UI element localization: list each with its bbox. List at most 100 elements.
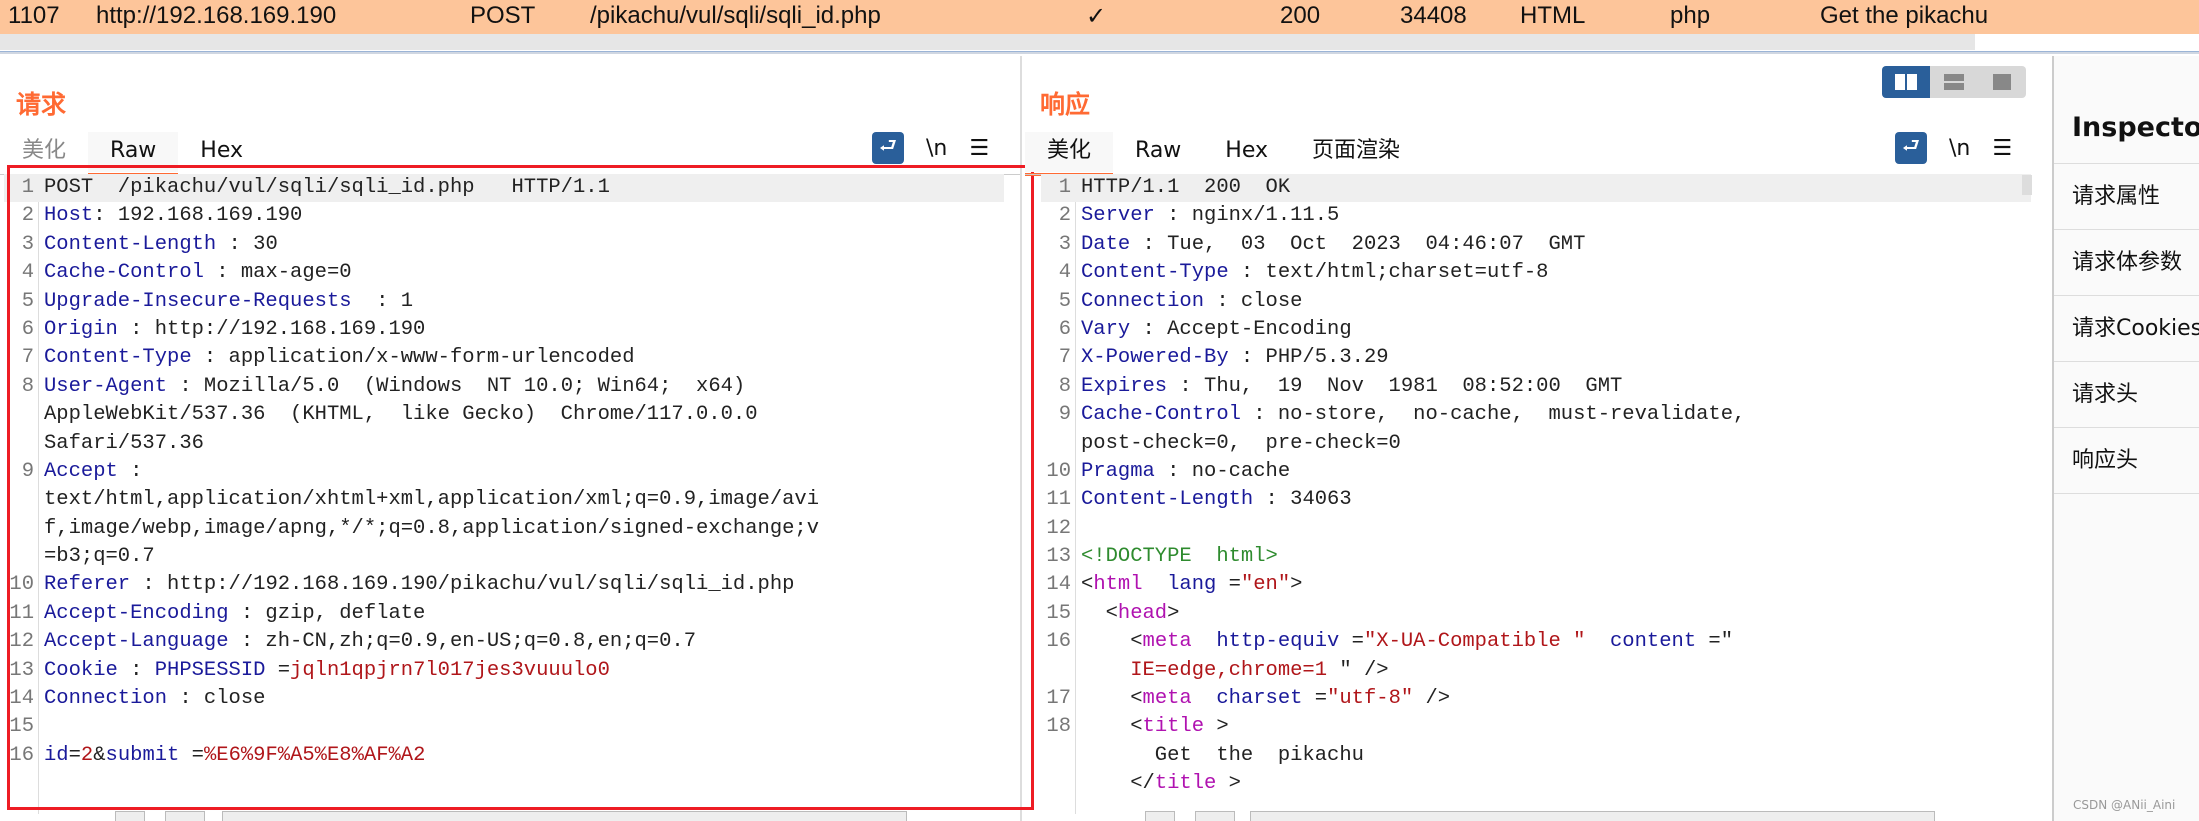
code-line: 2 Server : nginx/1.11.5 <box>1041 202 2031 230</box>
code-line: 9 Accept : <box>4 458 1004 486</box>
code-token: < <box>1081 573 1094 597</box>
tab-hex[interactable]: Hex <box>178 132 265 172</box>
line-text: HTTP/1.1 200 OK <box>1075 174 1290 202</box>
code-token: =b3;q=0.7 <box>44 545 155 569</box>
code-token: charset <box>1191 687 1303 711</box>
code-line: 10 Referer : http://192.168.169.190/pikac… <box>4 571 1004 599</box>
request-tabs: 美化 Raw Hex <box>0 132 265 176</box>
vertical-scrollbar[interactable] <box>2022 175 2032 195</box>
show-newlines-button[interactable]: \n <box>926 136 947 161</box>
tab-pretty[interactable]: 美化 <box>1025 132 1114 176</box>
code-token: Expires <box>1081 374 1168 398</box>
code-token: Cache-Control <box>44 261 204 285</box>
code-line: text/html,application/xhtml+xml,applicat… <box>4 486 1004 514</box>
line-text: Accept-Encoding : gzip, deflate <box>38 600 425 628</box>
code-line: post-check=0, pre-check=0 <box>1041 430 2031 458</box>
code-token: = <box>265 658 291 682</box>
search-next-button[interactable] <box>165 811 205 821</box>
response-panel: 响应 美化 Raw Hex 页面渲染 ⮐ \n ☰ 1 HTTP/1.1 200 … <box>1025 56 2050 821</box>
code-token: "utf-8" <box>1327 687 1414 711</box>
code-token: title <box>1142 715 1205 739</box>
line-number: 2 <box>1058 204 1071 228</box>
hamburger-icon[interactable]: ☰ <box>1992 136 2012 161</box>
row-length: 34408 <box>1400 2 1467 29</box>
code-token: : close <box>167 687 266 711</box>
code-token: title <box>1154 772 1217 796</box>
row-host: http://192.168.169.190 <box>96 2 337 29</box>
code-token: = <box>1302 687 1328 711</box>
code-line: 11 Accept-Encoding : gzip, deflate <box>4 600 1004 628</box>
code-token: <!DOCTYPE html> <box>1081 545 1278 569</box>
inspector-request-headers[interactable]: 请求头 <box>2054 362 2199 428</box>
inspector-request-body-params[interactable]: 请求体参数 <box>2054 230 2199 296</box>
code-token: html <box>1093 573 1143 597</box>
code-token: =" <box>1696 630 1734 654</box>
stacked-view-icon[interactable] <box>1930 66 1978 98</box>
word-wrap-icon[interactable]: ⮐ <box>1895 132 1927 164</box>
show-newlines-button[interactable]: \n <box>1949 136 1970 161</box>
code-token: : close <box>1204 289 1303 313</box>
code-line: 4 Content-Type : text/html;charset=utf-8 <box>1041 259 2031 287</box>
code-line: 16 <meta http-equiv ="X-UA-Compatible " … <box>1041 628 2031 656</box>
word-wrap-icon[interactable]: ⮐ <box>872 132 904 164</box>
code-token: < <box>1081 630 1143 654</box>
single-view-icon[interactable] <box>1978 66 2026 98</box>
code-token: content <box>1585 630 1697 654</box>
tab-hex[interactable]: Hex <box>1203 132 1290 172</box>
inspector-request-attributes[interactable]: 请求属性 <box>2054 164 2199 230</box>
response-editor[interactable]: 1 HTTP/1.1 200 OK 2 Server : nginx/1.11.5 3 D… <box>1041 174 2031 799</box>
request-editor[interactable]: 1 POST /pikachu/vul/sqli/sqli_id.php HTTP… <box>4 174 1004 770</box>
code-token: > <box>1216 772 1241 796</box>
tab-raw[interactable]: Raw <box>88 132 179 176</box>
code-line: IE=edge,chrome=1 " /> <box>1041 657 2031 685</box>
inspector-title: Inspector <box>2054 56 2199 164</box>
tab-pretty[interactable]: 美化 <box>0 132 88 172</box>
code-line: 2 Host: 192.168.169.190 <box>4 202 1004 230</box>
line-number: 6 <box>1058 317 1071 341</box>
watermark: CSDN @ANii_Aini <box>2073 798 2176 812</box>
line-number: 4 <box>1058 261 1071 285</box>
code-line: 12 Accept-Language : zh-CN,zh;q=0.9,en-US… <box>4 628 1004 656</box>
row-mime: HTML <box>1520 2 1586 29</box>
code-token: HTTP/1.1 200 OK <box>1081 176 1291 199</box>
code-token: Get the pikachu <box>1081 743 1364 767</box>
code-line: 18 <title > <box>1041 713 2031 741</box>
code-token: : http://192.168.169.190/pikachu/vul/sql… <box>130 573 795 597</box>
side-by-side-view-icon[interactable] <box>1882 66 1930 98</box>
search-prev-button[interactable] <box>115 811 145 821</box>
line-text: Cookie : PHPSESSID =jqln1qpjrn7l017jes3v… <box>38 657 610 685</box>
code-token: PHPSESSID <box>154 658 266 682</box>
tab-raw[interactable]: Raw <box>1113 132 1203 172</box>
hamburger-icon[interactable]: ☰ <box>969 136 989 161</box>
line-text: <meta http-equiv ="X-UA-Compatible " con… <box>1075 628 1733 656</box>
inspector-request-cookies[interactable]: 请求Cookies <box>2054 296 2199 362</box>
code-token: > <box>1167 601 1180 625</box>
tab-render[interactable]: 页面渲染 <box>1290 132 1422 172</box>
request-title: 请求 <box>16 90 67 119</box>
inspector-response-headers[interactable]: 响应头 <box>2054 428 2199 494</box>
line-text: Content-Type : text/html;charset=utf-8 <box>1075 259 1548 287</box>
line-number: 9 <box>1058 403 1071 427</box>
search-input[interactable] <box>222 811 907 821</box>
horizontal-scrollbar[interactable] <box>0 34 1975 50</box>
line-text: Connection : close <box>1075 288 1302 316</box>
code-token: : http://192.168.169.190 <box>117 317 426 341</box>
code-token: : <box>117 459 143 483</box>
search-input[interactable] <box>1250 811 1935 821</box>
code-token: IE=edge,chrome=1 <box>1081 658 1340 682</box>
code-token: lang <box>1142 573 1217 597</box>
line-number: 18 <box>1046 715 1071 739</box>
splitter[interactable] <box>0 51 2199 54</box>
code-line: 7 Content-Type : application/x-www-form-u… <box>4 344 1004 372</box>
line-text: Cache-Control : max-age=0 <box>38 259 352 287</box>
code-line: 7 X-Powered-By : PHP/5.3.29 <box>1041 344 2031 372</box>
history-row-selected[interactable]: 1107 http://192.168.169.190 POST /pikach… <box>0 0 2199 34</box>
code-token: Pragma <box>1081 459 1155 483</box>
code-token: : Accept-Encoding <box>1130 317 1352 341</box>
code-token: %E6%9F%A5%E8%AF%A2 <box>203 743 426 767</box>
search-next-button[interactable] <box>1195 811 1235 821</box>
row-method: POST <box>470 2 536 29</box>
line-text: Host: 192.168.169.190 <box>38 202 302 230</box>
search-prev-button[interactable] <box>1145 811 1175 821</box>
line-text: IE=edge,chrome=1 " /> <box>1075 657 1388 685</box>
